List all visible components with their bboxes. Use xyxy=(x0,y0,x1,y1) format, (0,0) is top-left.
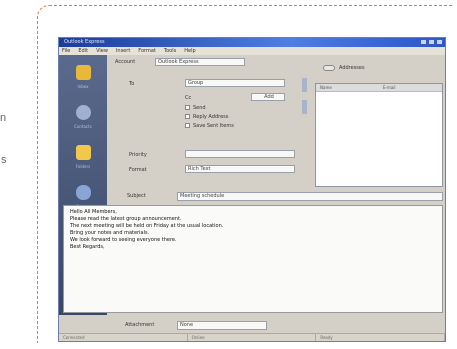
side-text-2: s xyxy=(1,154,7,166)
splitter-grip-bottom xyxy=(301,100,307,114)
column-email[interactable]: E-mail xyxy=(379,84,442,91)
send-checkbox[interactable] xyxy=(185,105,190,110)
menu-format[interactable]: Format xyxy=(138,47,156,55)
body-line: Please read the latest group announcemen… xyxy=(70,216,182,222)
cc-label: Cc xyxy=(185,95,192,101)
reply-checkbox[interactable] xyxy=(185,114,190,119)
subject-label: Subject xyxy=(127,193,146,199)
attachment-row: Attachment None xyxy=(111,320,443,330)
window-title: Outlook Express xyxy=(64,39,105,45)
format-field[interactable]: Rich Text xyxy=(185,165,295,173)
body-line: Bring your notes and materials. xyxy=(70,230,150,236)
account-label: Account xyxy=(115,59,136,65)
subject-row: Subject Meeting schedule xyxy=(111,191,443,201)
splitter-grip-top xyxy=(301,78,307,92)
menu-view[interactable]: View xyxy=(96,47,108,55)
save-checkbox[interactable] xyxy=(185,123,190,128)
reply-label: Reply Address xyxy=(193,114,229,120)
person-icon xyxy=(76,105,91,120)
side-text-1: n xyxy=(0,112,7,124)
account-field[interactable]: Outlook Express xyxy=(155,58,245,66)
subject-input[interactable]: Meeting schedule xyxy=(177,192,443,201)
body-line: The next meeting will be held on Friday … xyxy=(70,223,224,229)
window-controls xyxy=(420,39,443,45)
address-list[interactable]: Name E-mail xyxy=(315,83,443,187)
status-bar: Connected Online Ready xyxy=(59,333,445,341)
to-field[interactable]: Group xyxy=(185,79,285,87)
mail-icon xyxy=(76,65,91,80)
address-list-header: Name E-mail xyxy=(316,84,442,92)
attachment-field[interactable]: None xyxy=(177,321,267,330)
title-bar[interactable]: Outlook Express xyxy=(59,38,445,47)
body-line: Hello All Members, xyxy=(70,209,117,215)
maximize-button[interactable] xyxy=(428,39,435,45)
addresses-toggle[interactable] xyxy=(323,65,335,71)
addresses-title: Addresses xyxy=(339,65,365,71)
priority-label: Priority xyxy=(129,152,147,158)
sidebar-item-inbox[interactable]: Inbox xyxy=(65,61,101,99)
menu-insert[interactable]: Insert xyxy=(116,47,130,55)
sidebar-item-folders[interactable]: Folders xyxy=(65,141,101,179)
priority-field[interactable] xyxy=(185,150,295,158)
menu-help[interactable]: Help xyxy=(184,47,195,55)
sidebar-item-label: Contacts xyxy=(74,124,92,129)
menu-file[interactable]: File xyxy=(62,47,70,55)
status-online: Online xyxy=(188,334,317,341)
save-label: Save Sent Items xyxy=(193,123,234,129)
status-ready: Ready xyxy=(316,334,445,341)
menu-tools[interactable]: Tools xyxy=(164,47,176,55)
body-line: Best Regards, xyxy=(70,244,105,250)
column-name[interactable]: Name xyxy=(316,84,379,91)
menu-bar: File Edit View Insert Format Tools Help xyxy=(59,47,445,55)
to-label: To xyxy=(129,81,135,87)
message-body[interactable]: Hello All Members, Please read the lates… xyxy=(63,205,443,313)
minimize-button[interactable] xyxy=(420,39,427,45)
sidebar-item-label: Inbox xyxy=(77,84,89,89)
app-window: Outlook Express File Edit View Insert Fo… xyxy=(58,37,446,342)
close-button[interactable] xyxy=(436,39,443,45)
status-connection: Connected xyxy=(59,334,188,341)
send-label: Send xyxy=(193,105,206,111)
people-icon xyxy=(76,185,91,200)
fields-panel: Account Outlook Express To Group Cc Add … xyxy=(111,57,299,187)
attachment-label: Attachment xyxy=(125,322,155,328)
panel-splitter[interactable] xyxy=(301,78,307,128)
address-panel: Addresses Name E-mail xyxy=(309,57,443,187)
sidebar-item-label: Folders xyxy=(75,164,91,169)
format-label: Format xyxy=(129,167,147,173)
body-line: We look forward to seeing everyone there… xyxy=(70,237,177,243)
add-button[interactable]: Add xyxy=(251,93,285,101)
menu-edit[interactable]: Edit xyxy=(78,47,88,55)
sidebar-item-contacts[interactable]: Contacts xyxy=(65,101,101,139)
folder-icon xyxy=(76,145,91,160)
